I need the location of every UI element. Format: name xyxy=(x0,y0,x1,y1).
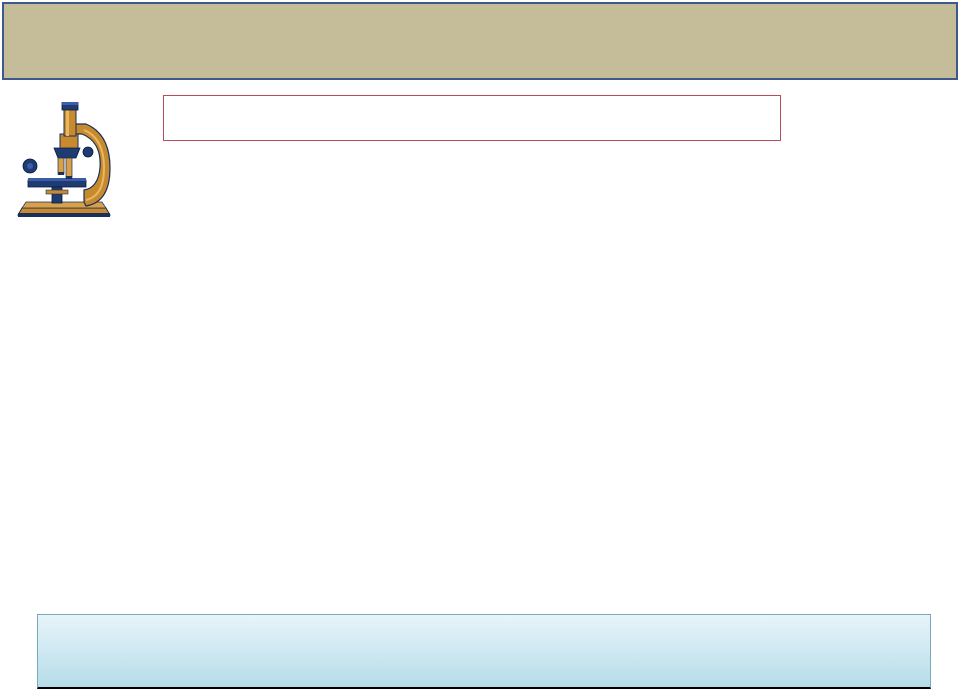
bottom-info-band xyxy=(37,614,931,689)
microscope-icon xyxy=(14,102,114,220)
subtitle-box xyxy=(163,95,781,141)
header-band xyxy=(2,2,958,80)
